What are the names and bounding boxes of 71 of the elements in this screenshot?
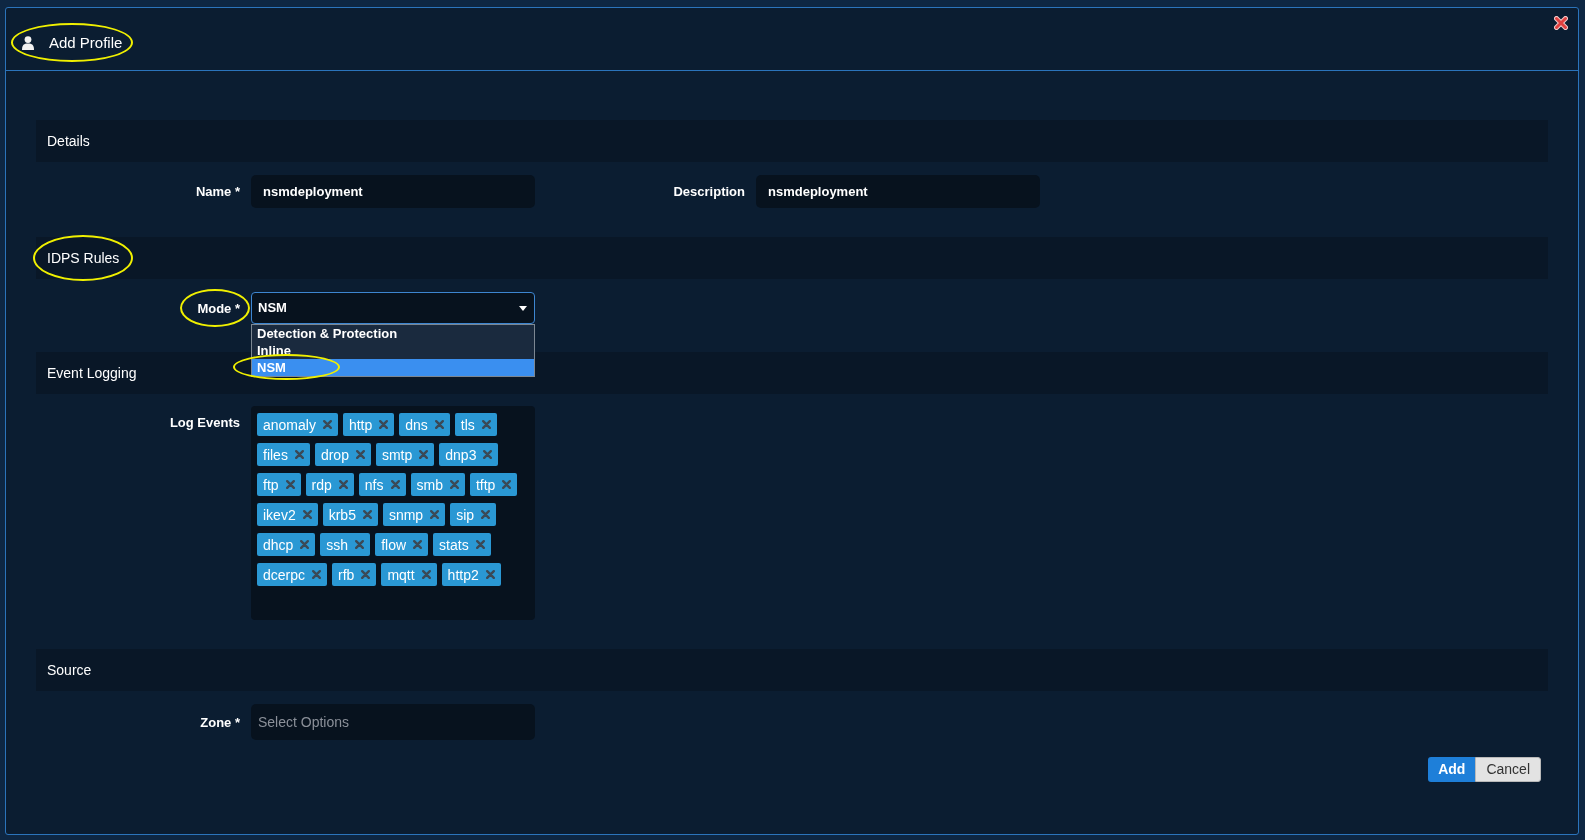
section-title: Source [47, 662, 92, 678]
event-tag: smb [410, 473, 465, 496]
event-tag: ssh [320, 533, 371, 556]
field-label: Log Events [169, 415, 240, 430]
event-tag: http [342, 413, 395, 436]
remove-icon[interactable] [300, 540, 310, 549]
remove-icon[interactable] [361, 570, 371, 579]
remove-icon[interactable] [419, 450, 429, 459]
remove-icon[interactable] [302, 510, 312, 519]
event-tag: drop [314, 443, 371, 466]
dropdown-option[interactable]: Inline [252, 342, 534, 359]
remove-icon[interactable] [481, 510, 491, 519]
event-tag: mqtt [381, 563, 437, 586]
event-tag: ikev2 [257, 503, 318, 526]
add-button[interactable]: Add [1428, 757, 1476, 782]
remove-icon[interactable] [421, 570, 431, 579]
remove-icon[interactable] [285, 480, 295, 489]
event-tag: stats [433, 533, 491, 556]
event-tag: flow [375, 533, 429, 556]
event-tag: files [257, 443, 310, 466]
remove-icon[interactable] [379, 420, 389, 429]
text-field[interactable]: nsmdeployment [756, 175, 1040, 208]
select-field[interactable]: NSM [251, 292, 535, 324]
event-tag: rfb [332, 563, 377, 586]
remove-icon[interactable] [355, 450, 365, 459]
remove-icon[interactable] [485, 570, 495, 579]
event-tag: dns [399, 413, 450, 436]
dialog-title: Add Profile [49, 34, 123, 51]
field-label: Zone * [200, 714, 240, 730]
field-label: Name * [195, 184, 240, 199]
remove-icon[interactable] [338, 480, 348, 489]
text-field[interactable]: nsmdeployment [251, 175, 535, 208]
section-title: Event Logging [47, 365, 137, 381]
remove-icon[interactable] [434, 420, 444, 429]
remove-icon[interactable] [312, 570, 322, 579]
event-tag: dcerpc [257, 563, 328, 586]
remove-icon[interactable] [322, 420, 332, 429]
event-tag: krb5 [322, 503, 378, 526]
remove-icon[interactable] [355, 540, 365, 549]
multiselect-field[interactable]: Select Options [251, 704, 535, 740]
event-tag: dhcp [257, 533, 316, 556]
caret-icon [519, 305, 527, 311]
event-tag: nfs [358, 473, 406, 496]
remove-icon[interactable] [362, 510, 372, 519]
section-title: IDPS Rules [47, 250, 120, 266]
section-title: Details [47, 133, 90, 149]
field-label: Description [673, 184, 745, 199]
remove-icon[interactable] [502, 480, 512, 489]
event-tag: http2 [441, 563, 501, 586]
event-tag: ftp [257, 473, 301, 496]
remove-icon[interactable] [449, 480, 459, 489]
remove-icon[interactable] [430, 510, 440, 519]
remove-icon[interactable] [483, 450, 493, 459]
remove-icon[interactable] [481, 420, 491, 429]
dropdown-option[interactable]: Detection & Protection [252, 325, 534, 342]
event-tag: sip [450, 503, 497, 526]
remove-icon[interactable] [390, 480, 400, 489]
close-icon[interactable] [1554, 16, 1568, 30]
event-tag: tftp [469, 473, 518, 496]
cancel-button[interactable]: Cancel [1475, 757, 1541, 782]
event-tag: rdp [305, 473, 354, 496]
field-label: Mode * [197, 301, 240, 316]
event-tag: anomaly [257, 413, 338, 436]
event-tag: smtp [375, 443, 435, 466]
user-icon [22, 35, 34, 50]
remove-icon[interactable] [413, 540, 423, 549]
event-tag: tls [454, 413, 497, 436]
event-tag: snmp [382, 503, 446, 526]
remove-icon[interactable] [475, 540, 485, 549]
event-tag: dnp3 [439, 443, 499, 466]
remove-icon[interactable] [294, 450, 304, 459]
